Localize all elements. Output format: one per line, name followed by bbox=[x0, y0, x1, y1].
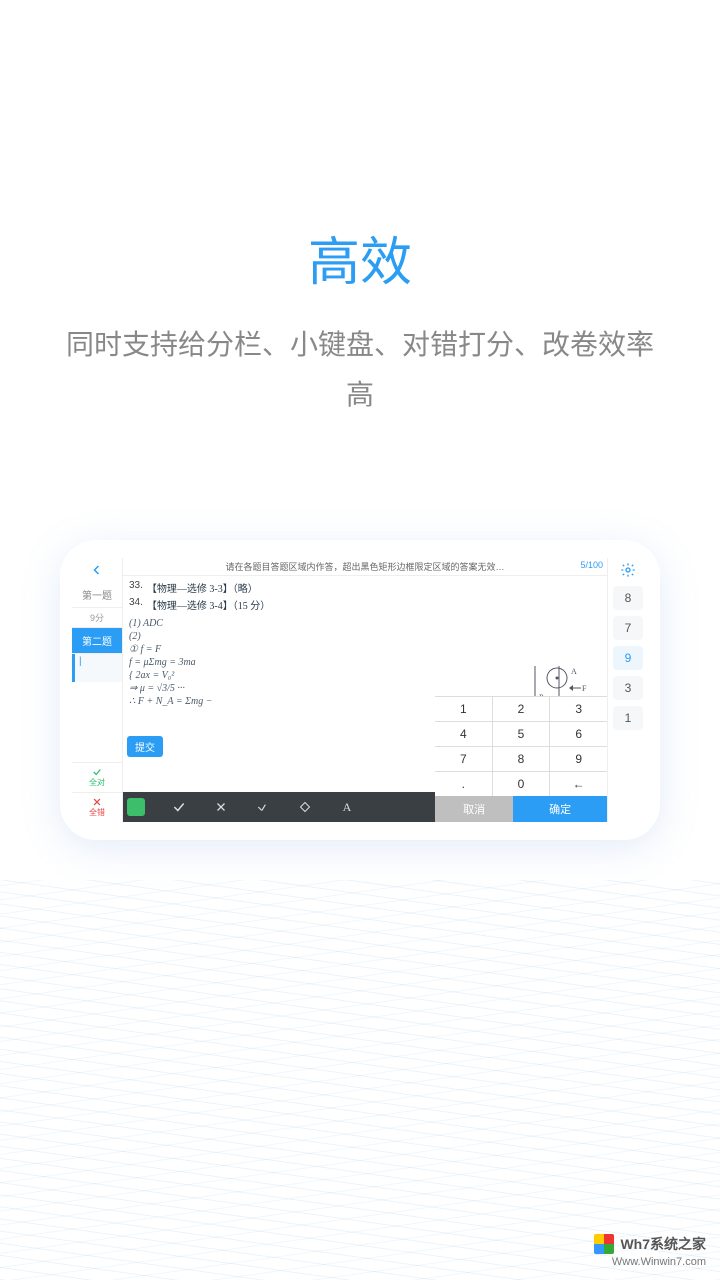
answer-area: 请在各题目答题区域内作答，超出黑色矩形边框限定区域的答案无效… 5/100 33… bbox=[122, 558, 608, 822]
key-8[interactable]: 8 bbox=[493, 747, 550, 771]
answer-1: (1) ADC bbox=[129, 618, 163, 629]
watermark-brand: Wh7系统之家 bbox=[620, 1234, 706, 1254]
toolbar-check-icon[interactable] bbox=[171, 799, 187, 815]
eq-1: ① f = F bbox=[129, 644, 161, 655]
screenshot-card: 第一题 9分 第二题 | 全对 全错 请在各题目答题区域内作答，超出黑色矩形边框… bbox=[60, 540, 660, 840]
key-dot[interactable]: . bbox=[435, 772, 492, 796]
key-4[interactable]: 4 bbox=[435, 722, 492, 746]
page-subtitle: 同时支持给分栏、小键盘、对错打分、改卷效率高 bbox=[60, 320, 660, 421]
key-6[interactable]: 6 bbox=[550, 722, 607, 746]
submit-button[interactable]: 提交 bbox=[127, 736, 163, 757]
toolbar-marker-icon[interactable] bbox=[127, 798, 145, 816]
instruction-text: 请在各题目答题区域内作答，超出黑色矩形边框限定区域的答案无效… bbox=[225, 562, 504, 572]
left-panel: 第一题 9分 第二题 | 全对 全错 bbox=[72, 558, 122, 822]
progress-counter: 5/100 bbox=[580, 560, 603, 570]
key-3[interactable]: 3 bbox=[550, 697, 607, 721]
eq-2: f = μΣmg = 3ma bbox=[129, 657, 196, 668]
question-tab-2[interactable]: 第二题 bbox=[72, 628, 122, 654]
key-0[interactable]: 0 bbox=[493, 772, 550, 796]
eq-5: ∴ F + N_A = Σmg − bbox=[129, 696, 212, 707]
all-correct-button[interactable]: 全对 bbox=[72, 762, 122, 792]
q33-num: 33. bbox=[129, 580, 143, 595]
key-backspace[interactable]: ← bbox=[550, 772, 607, 796]
question-1-score: 9分 bbox=[72, 608, 122, 628]
answer-2: (2) bbox=[129, 631, 141, 642]
keypad-confirm-button[interactable]: 确定 bbox=[513, 796, 607, 822]
key-9[interactable]: 9 bbox=[550, 747, 607, 771]
score-chip-9[interactable]: 9 bbox=[613, 646, 643, 670]
all-wrong-label: 全错 bbox=[89, 807, 105, 818]
settings-icon[interactable] bbox=[620, 560, 636, 580]
score-chip-3[interactable]: 3 bbox=[613, 676, 643, 700]
toolbar-cross-icon[interactable] bbox=[213, 799, 229, 815]
watermark-url: Www.Winwin7.com bbox=[612, 1256, 706, 1268]
eq-4: ⇒ μ = √3/5 ··· bbox=[129, 683, 185, 694]
numeric-keypad: 1 2 3 4 5 6 7 8 9 . 0 ← 取消 确定 bbox=[435, 696, 607, 822]
background-decoration bbox=[0, 880, 720, 1280]
key-1[interactable]: 1 bbox=[435, 697, 492, 721]
q34-num: 34. bbox=[129, 597, 143, 612]
svg-text:A: A bbox=[571, 667, 577, 676]
back-icon[interactable] bbox=[72, 558, 122, 582]
q33-text: 【物理—选修 3-3】（略） bbox=[147, 580, 258, 595]
toolbar-text-icon[interactable]: A bbox=[339, 799, 355, 815]
watermark-logo-icon bbox=[594, 1234, 614, 1254]
grading-app: 第一题 9分 第二题 | 全对 全错 请在各题目答题区域内作答，超出黑色矩形边框… bbox=[72, 558, 648, 822]
question-tab-1[interactable]: 第一题 bbox=[72, 582, 122, 608]
toolbar-diamond-icon[interactable] bbox=[297, 799, 313, 815]
keypad-cancel-button[interactable]: 取消 bbox=[435, 796, 513, 822]
toolbar-halfcheck-icon[interactable] bbox=[255, 799, 271, 815]
instruction-bar: 请在各题目答题区域内作答，超出黑色矩形边框限定区域的答案无效… 5/100 bbox=[123, 558, 607, 576]
svg-text:F: F bbox=[582, 684, 587, 693]
key-7[interactable]: 7 bbox=[435, 747, 492, 771]
eq-3: { 2ax = V₀² bbox=[129, 670, 174, 681]
score-chip-8[interactable]: 8 bbox=[613, 586, 643, 610]
question-2-score-input[interactable]: | bbox=[72, 654, 122, 682]
key-5[interactable]: 5 bbox=[493, 722, 550, 746]
q34-text: 【物理—选修 3-4】（15 分） bbox=[147, 597, 270, 612]
all-correct-label: 全对 bbox=[89, 777, 105, 788]
score-chip-7[interactable]: 7 bbox=[613, 616, 643, 640]
watermark: Wh7系统之家 Www.Winwin7.com bbox=[594, 1234, 706, 1268]
all-wrong-button[interactable]: 全错 bbox=[72, 792, 122, 822]
score-panel: 8 7 9 3 1 bbox=[608, 558, 648, 822]
score-chip-1[interactable]: 1 bbox=[613, 706, 643, 730]
page-title: 高效 bbox=[0, 220, 720, 295]
key-2[interactable]: 2 bbox=[493, 697, 550, 721]
